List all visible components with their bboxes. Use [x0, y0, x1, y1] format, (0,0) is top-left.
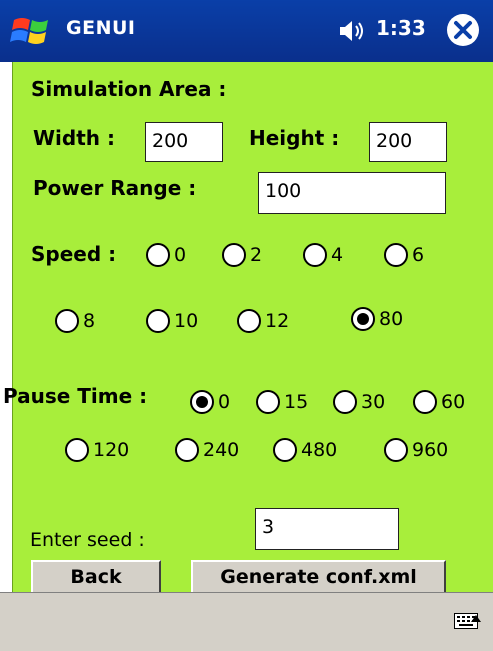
clock[interactable]: 1:33	[376, 16, 426, 40]
up-arrow-icon[interactable]	[470, 613, 482, 625]
speed-option-label: 0	[174, 244, 187, 266]
speed-option-label: 80	[379, 308, 404, 330]
radio-circle	[273, 438, 297, 462]
radio-circle	[175, 438, 199, 462]
speed-option-label: 4	[331, 244, 344, 266]
radio-circle	[384, 243, 408, 267]
speed-option-4[interactable]: 4	[303, 243, 343, 267]
pause-option-480[interactable]: 480	[273, 438, 337, 462]
pause-option-label: 960	[412, 439, 449, 461]
menu-bar	[0, 592, 493, 651]
radio-circle	[413, 390, 437, 414]
radio-circle-selected	[351, 307, 375, 331]
pause-option-label: 15	[284, 391, 309, 413]
windows-start-icon[interactable]	[10, 14, 56, 48]
pause-option-60[interactable]: 60	[413, 390, 465, 414]
pause-option-label: 480	[301, 439, 338, 461]
close-icon[interactable]	[445, 12, 481, 48]
radio-circle	[146, 309, 170, 333]
height-field[interactable]: 200	[369, 122, 447, 162]
speed-option-label: 12	[265, 310, 290, 332]
pause-option-120[interactable]: 120	[65, 438, 129, 462]
seed-field[interactable]: 3	[255, 508, 399, 550]
width-label: Width :	[33, 126, 115, 150]
speed-option-2[interactable]: 2	[222, 243, 262, 267]
pause-option-30[interactable]: 30	[333, 390, 385, 414]
radio-circle	[237, 309, 261, 333]
pause-option-0[interactable]: 0	[190, 390, 230, 414]
pause-option-240[interactable]: 240	[175, 438, 239, 462]
radio-circle	[55, 309, 79, 333]
pause-option-label: 60	[441, 391, 466, 413]
radio-circle	[303, 243, 327, 267]
speed-label: Speed :	[31, 242, 117, 266]
radio-circle	[256, 390, 280, 414]
speed-option-8[interactable]: 8	[55, 309, 95, 333]
pause-option-label: 0	[218, 391, 231, 413]
speed-option-label: 2	[250, 244, 263, 266]
simulation-area-label: Simulation Area :	[31, 77, 227, 101]
radio-circle	[384, 438, 408, 462]
radio-circle	[65, 438, 89, 462]
speed-option-12[interactable]: 12	[237, 309, 289, 333]
speed-option-label: 6	[412, 244, 425, 266]
speaker-icon[interactable]	[338, 18, 366, 44]
width-field[interactable]: 200	[145, 122, 223, 162]
speed-option-6[interactable]: 6	[384, 243, 424, 267]
pause-time-label: Pause Time :	[3, 384, 148, 408]
pause-option-label: 240	[203, 439, 240, 461]
title-bar: GENUI 1:33	[0, 0, 493, 62]
speed-option-0[interactable]: 0	[146, 243, 186, 267]
speed-option-10[interactable]: 10	[146, 309, 198, 333]
height-label: Height :	[249, 126, 340, 150]
form-panel: Simulation Area : Width : 200 Height : 2…	[3, 62, 493, 594]
pause-option-960[interactable]: 960	[384, 438, 448, 462]
radio-circle-selected	[190, 390, 214, 414]
app-title: GENUI	[66, 17, 136, 39]
speed-option-80[interactable]: 80	[351, 307, 403, 331]
speed-option-label: 8	[83, 310, 96, 332]
generate-conf-button[interactable]: Generate conf.xml	[191, 560, 446, 594]
power-range-label: Power Range :	[33, 176, 197, 200]
radio-circle	[333, 390, 357, 414]
speed-option-label: 10	[174, 310, 199, 332]
pause-option-label: 120	[93, 439, 130, 461]
radio-circle	[222, 243, 246, 267]
back-button[interactable]: Back	[31, 560, 161, 594]
pause-option-15[interactable]: 15	[256, 390, 308, 414]
seed-label: Enter seed :	[30, 529, 145, 551]
power-range-field[interactable]: 100	[258, 172, 446, 214]
pause-option-label: 30	[361, 391, 386, 413]
radio-circle	[146, 243, 170, 267]
